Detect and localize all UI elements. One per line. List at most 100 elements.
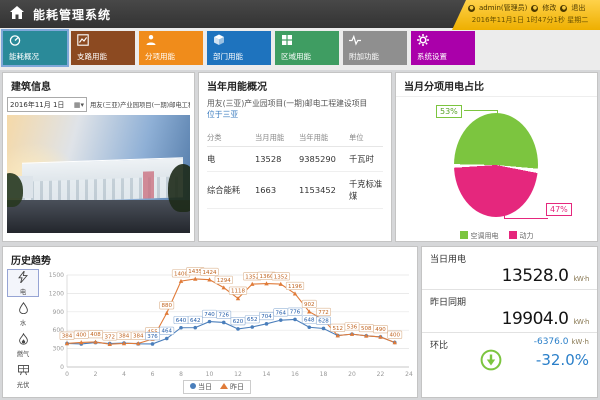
- pie-graphic: [454, 113, 538, 217]
- col-header: 分类: [207, 133, 255, 143]
- stat-value: 19904.0: [502, 309, 569, 329]
- svg-text:376: 376: [147, 334, 158, 340]
- pulse-icon: [349, 39, 361, 49]
- source-rail: 电 水 燃气 光伏: [7, 269, 39, 393]
- svg-text:1424: 1424: [203, 270, 217, 276]
- source-label: 燃气: [17, 349, 30, 358]
- home-icon[interactable]: [10, 6, 24, 22]
- tab-area-energy[interactable]: 区域用能: [275, 31, 339, 65]
- tab-energy-overview[interactable]: 能耗概况: [3, 31, 67, 65]
- svg-text:0: 0: [65, 371, 69, 378]
- pie-legend: 空调用电 动力: [396, 231, 597, 241]
- cell: 9385290: [299, 154, 349, 164]
- tab-branch-energy[interactable]: 支路用能: [71, 31, 135, 65]
- svg-text:490: 490: [375, 327, 386, 333]
- stat-today: 当日用电 13528.0 kW·h: [422, 247, 597, 290]
- cell: 千瓦时: [349, 153, 383, 165]
- svg-text:8: 8: [179, 371, 183, 378]
- svg-text:764: 764: [276, 310, 287, 316]
- cell: 13528: [255, 154, 299, 164]
- cell: 1153452: [299, 185, 349, 195]
- project-select-value: 用友(三亚)产业园项目(一期)邮电工程建设项: [90, 100, 190, 109]
- source-gas[interactable]: 燃气: [7, 331, 39, 359]
- svg-text:880: 880: [162, 303, 173, 309]
- pie-panel: 当月分项用电占比 53% 47% 空调用电 动力: [395, 72, 598, 242]
- svg-text:512: 512: [333, 326, 344, 332]
- table-row: 电 13528 9385290 千瓦时: [207, 147, 383, 172]
- legend-swatch-power: [509, 231, 517, 239]
- ratio-percent: -32.0%: [534, 351, 589, 369]
- svg-text:508: 508: [361, 326, 372, 332]
- gauge-icon: [9, 39, 21, 49]
- cell: 1663: [255, 185, 299, 195]
- legend-label-ac: 空调用电: [471, 232, 499, 240]
- user-badge: ● admin(管理员) ● 修改 ● 退出 2016年11月1日 1时47分1…: [452, 0, 600, 30]
- svg-text:740: 740: [204, 312, 215, 318]
- panel-title: 建筑信息: [3, 73, 194, 96]
- logout-icon: ●: [560, 5, 567, 12]
- cell: 千克标准煤: [349, 178, 383, 202]
- pie-label-53: 53%: [436, 105, 462, 118]
- trend-panel: 历史趋势 电 水 燃气 光伏 0300600900120015000246810…: [2, 246, 418, 398]
- calendar-icon: ▦▾: [74, 101, 84, 109]
- stat-ratio: 环比 -6376.0 kW·h -32.0%: [422, 333, 597, 389]
- modify-link[interactable]: 修改: [542, 3, 556, 13]
- tab-label: 附加功能: [349, 51, 379, 62]
- svg-text:1352: 1352: [274, 274, 288, 280]
- svg-text:0: 0: [60, 364, 64, 371]
- tab-label: 能耗概况: [9, 51, 39, 62]
- cube-icon: [213, 39, 225, 49]
- stat-value: 13528.0: [502, 266, 569, 286]
- tab-label: 部门用能: [213, 51, 243, 62]
- svg-text:4: 4: [122, 371, 126, 378]
- tab-extra-functions[interactable]: 附加功能: [343, 31, 407, 65]
- ratio-value: -6376.0: [534, 337, 569, 347]
- legend-label-today: 当日: [198, 383, 212, 391]
- svg-text:1352: 1352: [245, 274, 259, 280]
- stats-panel: 当日用电 13528.0 kW·h 昨日同期 19904.0 kW·h 环比 -…: [421, 246, 598, 398]
- water-icon: [18, 302, 29, 317]
- source-water[interactable]: 水: [7, 300, 39, 328]
- svg-text:400: 400: [390, 333, 401, 339]
- svg-text:22: 22: [377, 371, 385, 378]
- tab-system-settings[interactable]: 系统设置: [411, 31, 475, 65]
- svg-text:1118: 1118: [231, 289, 245, 295]
- trend-chart-svg: 0300600900120015000246810121416182022243…: [41, 267, 417, 385]
- building-photo: [7, 115, 190, 233]
- svg-text:1196: 1196: [288, 284, 302, 290]
- logout-link[interactable]: 退出: [571, 3, 585, 13]
- svg-text:642: 642: [190, 318, 201, 324]
- tab-subitem-energy[interactable]: 分项用能: [139, 31, 203, 65]
- location-link[interactable]: 位于三亚: [199, 109, 391, 120]
- svg-text:6: 6: [151, 371, 155, 378]
- tab-department-energy[interactable]: 部门用能: [207, 31, 271, 65]
- cell: 综合能耗: [207, 184, 255, 196]
- gas-icon: [18, 333, 29, 348]
- svg-text:536: 536: [347, 324, 358, 330]
- svg-text:16: 16: [291, 371, 299, 378]
- date-picker[interactable]: 2016年11月 1日 ▦▾: [7, 97, 87, 112]
- person-icon: [145, 39, 157, 49]
- trend-legend: 当日 昨日: [183, 380, 251, 394]
- svg-text:12: 12: [234, 371, 242, 378]
- svg-text:18: 18: [320, 371, 328, 378]
- svg-text:640: 640: [176, 318, 187, 324]
- datetime-text: 2016年11月1日 1时47分1秒 星期二: [468, 15, 592, 25]
- source-electricity[interactable]: 电: [7, 269, 39, 297]
- electricity-icon: [18, 271, 28, 286]
- tab-label: 区域用能: [281, 51, 311, 62]
- year-energy-panel: 当年用能概况 用友(三亚)产业园项目(一期)邮电工程建设项目 位于三亚 分类 当…: [198, 72, 392, 242]
- arrow-down-circle-icon: [480, 349, 502, 374]
- source-label: 光伏: [17, 380, 30, 389]
- source-solar[interactable]: 光伏: [7, 362, 39, 390]
- stat-unit: kW·h: [573, 318, 589, 326]
- svg-text:772: 772: [318, 310, 329, 316]
- svg-text:10: 10: [206, 371, 214, 378]
- svg-text:648: 648: [304, 317, 315, 323]
- svg-text:902: 902: [304, 302, 315, 308]
- project-select[interactable]: 用友(三亚)产业园项目(一期)邮电工程建设项 ▾: [90, 100, 190, 109]
- user-icon: ●: [468, 5, 475, 12]
- svg-text:24: 24: [405, 371, 413, 378]
- svg-text:408: 408: [90, 332, 101, 338]
- svg-text:384: 384: [119, 334, 130, 340]
